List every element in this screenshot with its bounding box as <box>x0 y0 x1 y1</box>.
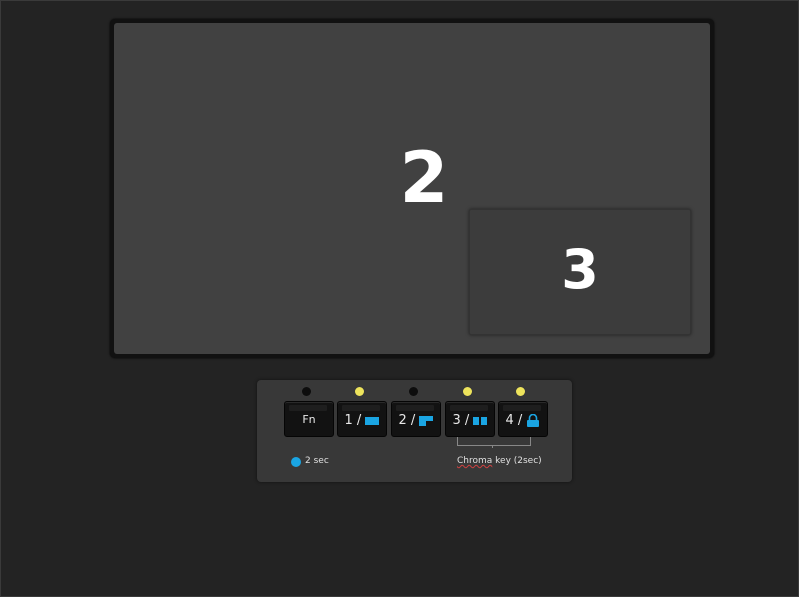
main-source-number: 2 <box>399 137 449 219</box>
led-1 <box>355 387 364 396</box>
pip-top-left-icon <box>419 415 434 426</box>
key-1-label: 1 / <box>344 413 362 428</box>
key-2-content: 2 / <box>392 413 440 429</box>
chroma-rest: key (2sec) <box>492 456 542 466</box>
key-2-pip[interactable]: 2 / <box>391 401 441 437</box>
key-4-lock[interactable]: 4 / <box>498 401 548 437</box>
legend-text: 2 sec <box>305 456 329 466</box>
led-2 <box>409 387 418 396</box>
key-3-content: 3 / <box>446 413 494 429</box>
lock-icon <box>527 414 540 427</box>
key-bevel <box>450 405 488 411</box>
key-bevel <box>396 405 434 411</box>
pip-source-number: 3 <box>561 238 599 301</box>
key-4-content: 4 / <box>499 413 547 429</box>
led-4 <box>516 387 525 396</box>
key-1-content: 1 / <box>338 413 386 429</box>
chroma-key-label: Chroma key (2sec) <box>457 456 542 466</box>
legend-dot-icon <box>291 457 301 467</box>
key-1-full-screen[interactable]: 1 / <box>337 401 387 437</box>
chroma-word: Chroma <box>457 456 493 466</box>
key-3-label: 3 / <box>452 413 470 428</box>
key-3-side-by-side[interactable]: 3 / <box>445 401 495 437</box>
pip-window: 3 <box>469 209 691 335</box>
control-panel: Fn 1 / 2 / 3 / 4 / 2 sec Chroma key (2se… <box>257 380 572 482</box>
led-3 <box>463 387 472 396</box>
key-bevel <box>342 405 380 411</box>
key-2-label: 2 / <box>398 413 416 428</box>
fn-key[interactable]: Fn <box>284 401 334 437</box>
chroma-bracket-tick <box>492 445 493 448</box>
led-fn <box>302 387 311 396</box>
main-view: 2 3 <box>114 23 710 354</box>
key-4-label: 4 / <box>505 413 523 428</box>
key-bevel <box>503 405 541 411</box>
key-bevel <box>289 405 327 411</box>
monitor-preview: 2 3 <box>110 19 714 358</box>
side-by-side-icon <box>473 416 488 425</box>
chroma-bracket <box>457 437 531 446</box>
full-screen-icon <box>365 416 380 425</box>
fn-key-label: Fn <box>302 413 316 426</box>
